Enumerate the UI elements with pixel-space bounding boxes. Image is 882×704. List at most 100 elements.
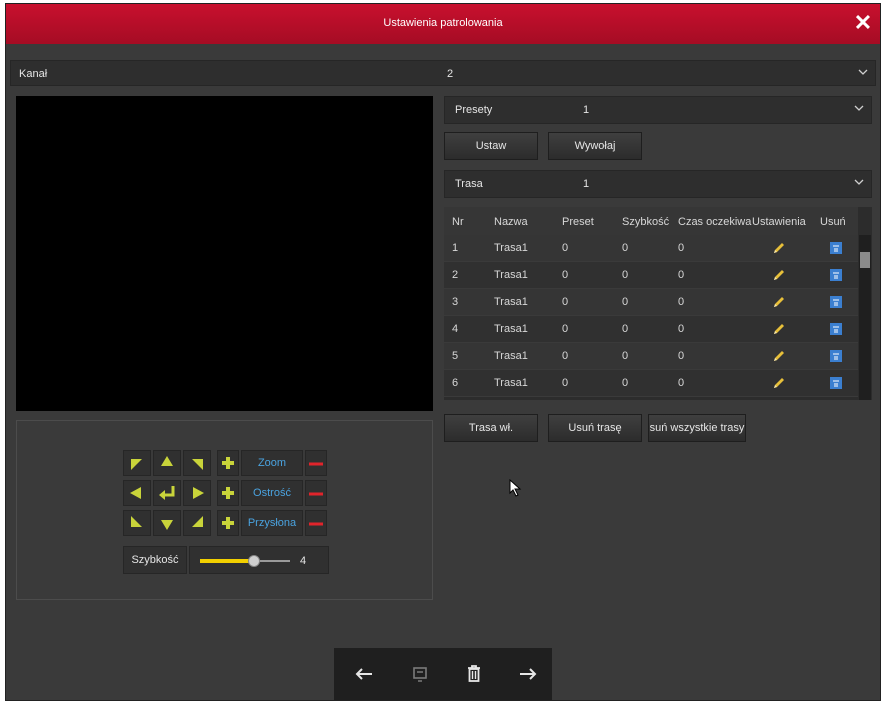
iris-plus-button[interactable] (217, 510, 239, 536)
table-row[interactable]: 4 Trasa1 0 0 0 (444, 316, 858, 343)
ptz-control-panel: Zoom Ostrość Przysłona Szybkość 4 (16, 420, 433, 600)
table-row[interactable]: 6 Trasa1 0 0 0 (444, 370, 858, 397)
trash-icon[interactable] (830, 269, 842, 281)
table-row[interactable]: 3 Trasa1 0 0 0 (444, 289, 858, 316)
header-speed: Szybkość (622, 216, 670, 228)
zoom-out-button[interactable] (305, 450, 327, 476)
table-row[interactable]: 2 Trasa1 0 0 0 (444, 262, 858, 289)
arrow-up-icon (161, 456, 173, 466)
arrow-left-icon (130, 487, 141, 499)
plus-icon (222, 487, 234, 499)
route-table: Nr Nazwa Preset Szybkość Czas oczekiwani… (444, 207, 872, 400)
cell-nr: 5 (452, 350, 459, 362)
zoom-row: Zoom (217, 450, 329, 476)
cell-speed: 0 (622, 323, 629, 335)
cell-wait: 0 (678, 377, 685, 389)
arrow-left-icon[interactable] (350, 660, 378, 688)
zoom-label: Zoom (241, 450, 303, 476)
route-select[interactable]: Trasa 1 (444, 170, 872, 198)
route-value: 1 (583, 178, 590, 190)
route-on-button[interactable]: Trasa wł. (444, 414, 538, 442)
pencil-icon[interactable] (772, 349, 786, 363)
header-delete: Usuń (820, 216, 846, 228)
trash-icon[interactable] (830, 323, 842, 335)
header-nr: Nr (452, 216, 464, 228)
video-preview (16, 96, 433, 411)
cell-preset: 0 (562, 269, 569, 281)
cell-wait: 0 (678, 242, 685, 254)
cell-wait: 0 (678, 350, 685, 362)
pencil-icon[interactable] (772, 295, 786, 309)
focus-label: Ostrość (241, 480, 303, 506)
focus-minus-button[interactable] (305, 480, 327, 506)
call-button[interactable]: Wywołaj (548, 132, 642, 160)
minus-icon (309, 522, 323, 526)
focus-plus-button[interactable] (217, 480, 239, 506)
channel-label: Kanał (19, 68, 48, 80)
cell-nr: 4 (452, 323, 459, 335)
plus-icon (222, 457, 234, 469)
arrow-right-icon[interactable] (514, 660, 542, 688)
pencil-icon[interactable] (772, 322, 786, 336)
iris-minus-button[interactable] (305, 510, 327, 536)
pencil-icon[interactable] (772, 268, 786, 282)
cell-nr: 2 (452, 269, 459, 281)
close-icon[interactable]: ✕ (852, 12, 874, 34)
cell-speed: 0 (622, 242, 629, 254)
direction-pad (123, 450, 215, 538)
trash-icon[interactable] (830, 350, 842, 362)
presets-value: 1 (583, 104, 590, 116)
trash-icon[interactable] (830, 242, 842, 254)
arrow-down-icon (161, 520, 173, 530)
delete-route-button[interactable]: Usuń trasę (548, 414, 642, 442)
cell-speed: 0 (622, 296, 629, 308)
pencil-icon[interactable] (772, 241, 786, 255)
table-row[interactable]: 1 Trasa1 0 0 0 (444, 235, 858, 262)
bottom-toolbar (334, 648, 552, 700)
down-button[interactable] (153, 510, 181, 536)
trash-icon[interactable] (830, 296, 842, 308)
trash-bin-icon[interactable] (460, 660, 488, 688)
cell-nr: 3 (452, 296, 459, 308)
minus-icon (309, 492, 323, 496)
delete-all-routes-button[interactable]: Usuń wszystkie trasy (648, 414, 746, 442)
route-label: Trasa (455, 178, 483, 190)
cell-preset: 0 (562, 350, 569, 362)
cell-nr: 1 (452, 242, 459, 254)
speed-slider-handle[interactable] (248, 555, 260, 567)
up-button[interactable] (153, 450, 181, 476)
scrollbar-thumb[interactable] (860, 252, 870, 268)
arrow-up-right-icon (192, 459, 203, 470)
table-scrollbar[interactable] (859, 235, 871, 400)
channel-select[interactable]: Kanał 2 (10, 60, 876, 86)
patrol-settings-window: Ustawienia patrolowania ✕ Kanał 2 Preset… (6, 4, 880, 700)
chevron-down-icon (858, 69, 868, 75)
header-name: Nazwa (494, 216, 528, 228)
chevron-down-icon (854, 105, 864, 111)
set-button[interactable]: Ustaw (444, 132, 538, 160)
minus-icon (309, 462, 323, 466)
down-left-button[interactable] (123, 510, 151, 536)
right-button[interactable] (183, 480, 211, 506)
speed-control: Szybkość 4 (123, 546, 329, 574)
cell-speed: 0 (622, 377, 629, 389)
table-row[interactable]: 5 Trasa1 0 0 0 (444, 343, 858, 370)
center-button[interactable] (153, 480, 181, 506)
cell-name: Trasa1 (494, 350, 528, 362)
arrow-right-icon (193, 487, 204, 499)
zoom-in-button[interactable] (217, 450, 239, 476)
presets-select[interactable]: Presety 1 (444, 96, 872, 124)
down-right-button[interactable] (183, 510, 211, 536)
screen-icon[interactable] (406, 660, 434, 688)
up-right-button[interactable] (183, 450, 211, 476)
channel-value: 2 (447, 68, 454, 80)
left-button[interactable] (123, 480, 151, 506)
up-left-button[interactable] (123, 450, 151, 476)
header-preset: Preset (562, 216, 594, 228)
table-header: Nr Nazwa Preset Szybkość Czas oczekiwani… (444, 207, 858, 236)
title-bar: Ustawienia patrolowania ✕ (6, 4, 880, 44)
chevron-down-icon (854, 179, 864, 185)
cell-wait: 0 (678, 323, 685, 335)
trash-icon[interactable] (830, 377, 842, 389)
pencil-icon[interactable] (772, 376, 786, 390)
